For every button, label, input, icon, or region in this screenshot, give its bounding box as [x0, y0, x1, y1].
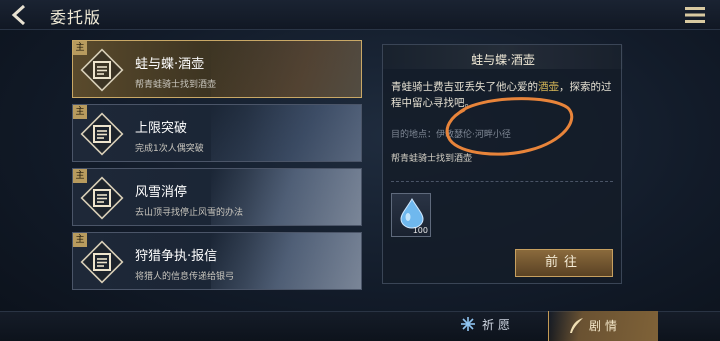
main-quest-tag: 主: [73, 233, 87, 247]
scroll-document-icon: [91, 59, 113, 81]
quill-icon: [570, 318, 583, 333]
water-drop-icon: [400, 198, 424, 229]
page-title: 委托版: [50, 8, 102, 27]
top-bar: 委托版: [0, 0, 720, 30]
main-quest-tag: 主: [73, 41, 87, 55]
quest-name: 风雪消停: [135, 185, 188, 200]
destination-text: 目的地点：伊敏瑟伦·河畔小径: [391, 130, 511, 140]
story-text-before: 青蛙骑士费吉亚丢失了他心爱的: [391, 81, 538, 93]
tab-pray[interactable]: 祈愿: [460, 316, 514, 338]
quest-scene-image: [211, 41, 361, 97]
quest-list: 主 蛙与蝶·酒壶 帮青蛙骑士找到酒壶 主 上限突破 完成1次人偶突破 主 风雪消…: [72, 40, 362, 296]
quest-scene-image: [211, 105, 361, 161]
task-text: 帮青蛙骑士找到酒壶: [391, 154, 473, 164]
quest-detail-panel: 蛙与蝶·酒壶 青蛙骑士费吉亚丢失了他心爱的酒壶，探索的过程中留心寻找吧。 目的地…: [382, 44, 623, 284]
quest-story-text: 青蛙骑士费吉亚丢失了他心爱的酒壶，探索的过程中留心寻找吧。: [391, 79, 617, 111]
reward-item[interactable]: 100: [391, 193, 431, 237]
divider: [391, 181, 613, 182]
quest-item[interactable]: 主 蛙与蝶·酒壶 帮青蛙骑士找到酒壶: [72, 40, 362, 98]
quest-name: 蛙与蝶·酒壶: [135, 57, 205, 72]
snowflake-icon: [461, 317, 475, 331]
quest-item[interactable]: 主 狩猎争执·报信 将猎人的信息传递给银弓: [72, 232, 362, 290]
reward-quantity: 100: [412, 226, 428, 235]
tab-story-label: 剧情: [589, 319, 622, 333]
scroll-document-icon: [91, 187, 113, 209]
menu-icon[interactable]: [684, 5, 706, 25]
quest-name: 上限突破: [135, 121, 188, 136]
tab-story[interactable]: 剧情: [548, 311, 658, 341]
quest-item[interactable]: 主 上限突破 完成1次人偶突破: [72, 104, 362, 162]
tab-pray-label: 祈愿: [482, 318, 515, 332]
quest-description: 完成1次人偶突破: [135, 144, 204, 154]
story-highlight: 酒壶: [538, 81, 559, 93]
quest-name: 狩猎争执·报信: [135, 249, 218, 264]
quest-description: 将猎人的信息传递给银弓: [135, 272, 235, 282]
scroll-document-icon: [91, 123, 113, 145]
scroll-document-icon: [91, 251, 113, 273]
detail-title: 蛙与蝶·酒壶: [471, 53, 535, 67]
main-quest-tag: 主: [73, 105, 87, 119]
go-button[interactable]: 前往: [515, 249, 613, 277]
quest-description: 去山顶寻找停止风雪的办法: [135, 208, 244, 218]
quest-item[interactable]: 主 风雪消停 去山顶寻找停止风雪的办法: [72, 168, 362, 226]
quest-description: 帮青蛙骑士找到酒壶: [135, 80, 217, 90]
back-arrow-icon[interactable]: [8, 3, 32, 27]
main-quest-tag: 主: [73, 169, 87, 183]
